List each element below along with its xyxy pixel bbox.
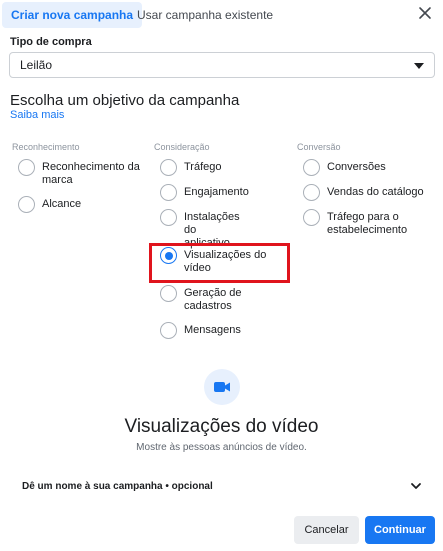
option-label: Engajamento xyxy=(184,186,249,198)
column-title-conversion: Conversão xyxy=(297,142,341,152)
radio-app-installs[interactable] xyxy=(160,209,177,226)
radio-engagement[interactable] xyxy=(160,184,177,201)
tab-bar: Criar nova campanha Usar campanha existe… xyxy=(0,0,443,30)
radio-lead-generation[interactable] xyxy=(160,285,177,302)
purchase-type-select[interactable]: Leilão xyxy=(9,52,435,78)
column-title-awareness: Reconhecimento xyxy=(12,142,80,152)
option-label: Geração de cadastros xyxy=(184,287,242,312)
purchase-type-value: Leilão xyxy=(20,58,53,72)
radio-conversions[interactable] xyxy=(303,159,320,176)
option-label: Mensagens xyxy=(184,324,241,336)
option-messages[interactable]: Mensagens xyxy=(160,322,285,339)
cancel-button[interactable]: Cancelar xyxy=(294,516,359,544)
radio-catalog-sales[interactable] xyxy=(303,184,320,201)
option-label: Reconhecimento da marca xyxy=(42,161,140,186)
option-lead-generation[interactable]: Geração de cadastros xyxy=(160,285,285,313)
option-brand-awareness[interactable]: Reconhecimento da marca xyxy=(18,159,142,187)
continue-button[interactable]: Continuar xyxy=(365,516,435,544)
option-conversions[interactable]: Conversões xyxy=(303,159,438,176)
tab-use-existing-campaign[interactable]: Usar campanha existente xyxy=(128,2,282,28)
radio-brand-awareness[interactable] xyxy=(18,159,35,176)
selected-objective-description: Mostre às pessoas anúncios de vídeo. xyxy=(136,442,307,453)
radio-messages[interactable] xyxy=(160,322,177,339)
caret-down-icon xyxy=(414,63,424,69)
learn-more-link[interactable]: Saiba mais xyxy=(10,109,64,121)
radio-traffic[interactable] xyxy=(160,159,177,176)
selected-objective-title: Visualizações do vídeo xyxy=(124,416,319,437)
option-label: Tráfego xyxy=(184,161,222,173)
campaign-name-section-label[interactable]: Dê um nome à sua campanha • opcional xyxy=(22,481,213,492)
option-reach[interactable]: Alcance xyxy=(18,196,142,213)
purchase-type-label: Tipo de compra xyxy=(10,36,92,48)
option-catalog-sales[interactable]: Vendas do catálogo xyxy=(303,184,438,201)
chevron-down-icon[interactable] xyxy=(410,481,422,491)
radio-store-traffic[interactable] xyxy=(303,209,320,226)
option-label: Conversões xyxy=(327,161,386,173)
objective-heading: Escolha um objetivo da campanha xyxy=(10,92,240,109)
option-label: Alcance xyxy=(42,198,82,210)
option-store-traffic[interactable]: Tráfego para o estabelecimento xyxy=(303,209,408,237)
selection-highlight-box xyxy=(149,243,290,283)
close-icon[interactable] xyxy=(417,5,433,21)
option-engagement[interactable]: Engajamento xyxy=(160,184,285,201)
radio-reach[interactable] xyxy=(18,196,35,213)
option-label: Tráfego para o estabelecimento xyxy=(327,211,408,236)
video-camera-icon xyxy=(204,369,240,405)
column-title-consideration: Consideração xyxy=(154,142,210,152)
option-traffic[interactable]: Tráfego xyxy=(160,159,285,176)
tab-create-new-campaign[interactable]: Criar nova campanha xyxy=(2,2,143,28)
option-label: Vendas do catálogo xyxy=(327,186,424,198)
